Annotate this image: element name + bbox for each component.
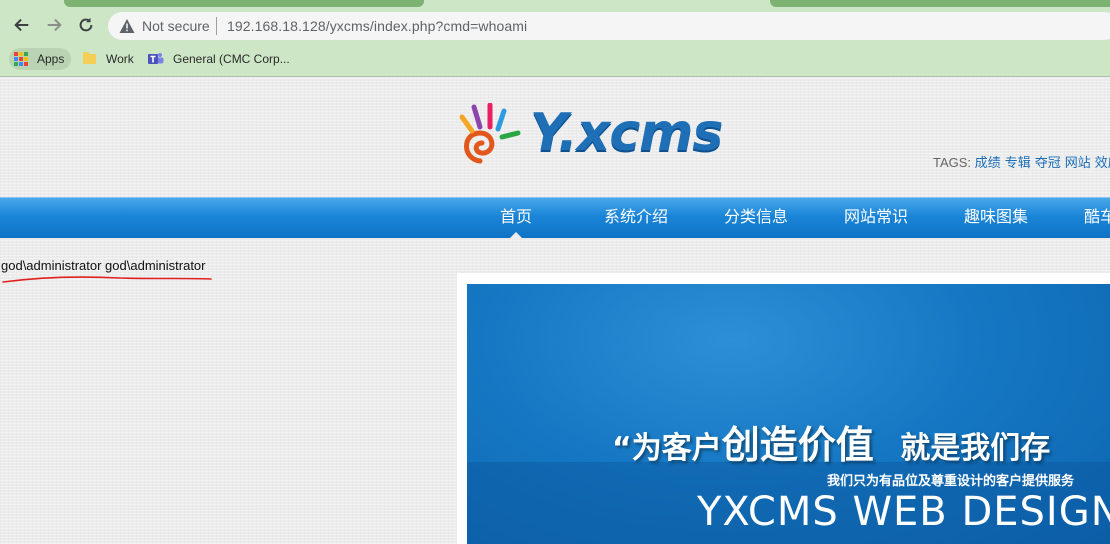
nav-item-home[interactable]: 首页 [500, 198, 532, 239]
teams-icon [148, 53, 164, 64]
site-logo[interactable]: Y.xcms [458, 97, 723, 167]
slogan-part-3: 就是我们存 [900, 431, 1051, 466]
tag-link[interactable]: 成绩 [975, 155, 1001, 170]
bookmark-apps[interactable]: Apps [9, 48, 72, 70]
tab-strip [64, 0, 1110, 7]
back-arrow-icon [14, 18, 29, 32]
tags-list: TAGS: 成绩专辑夺冠网站效应 [933, 152, 1110, 171]
back-button[interactable] [10, 13, 34, 37]
slogan-part-1: “为客户 [612, 431, 722, 466]
bookmark-work[interactable]: Work [83, 48, 134, 70]
nav-item-cool-cars[interactable]: 酷车 [1084, 198, 1110, 238]
bookmark-label: Apps [37, 52, 65, 66]
apps-grid-icon [14, 52, 28, 66]
url-text[interactable]: 192.168.18.128/yxcms/index.php?cmd=whoam… [227, 18, 527, 34]
bookmark-label: General (CMC Corp... [173, 52, 290, 66]
bookmark-general[interactable]: General (CMC Corp... [148, 48, 290, 70]
tag-link[interactable]: 专辑 [1005, 155, 1031, 170]
banner-headline: YXCMS WEB DESIGN ST [697, 489, 1110, 535]
security-status-label[interactable]: Not secure [142, 18, 210, 34]
tag-link[interactable]: 网站 [1065, 155, 1091, 170]
reload-button[interactable] [74, 13, 98, 37]
tag-link[interactable]: 夺冠 [1035, 155, 1061, 170]
red-annotation-underline [2, 276, 212, 283]
nav-item-category-info[interactable]: 分类信息 [724, 198, 788, 238]
main-nav: 首页 系统介绍 分类信息 网站常识 趣味图集 酷车 [0, 197, 1110, 239]
address-separator [216, 17, 217, 35]
reload-icon [79, 17, 93, 32]
tags-label: TAGS: [933, 155, 972, 170]
nav-item-fun-gallery[interactable]: 趣味图集 [964, 198, 1028, 238]
hero-banner[interactable]: “为客户创造价值 就是我们存 我们只为有品位及尊重设计的客户提供服务 YXCMS… [467, 284, 1110, 544]
tag-link[interactable]: 效应 [1095, 155, 1110, 170]
logo-wordmark: Y.xcms [530, 103, 723, 163]
warning-triangle-icon[interactable] [119, 18, 135, 34]
bookmark-label: Work [106, 52, 134, 66]
folder-icon [83, 52, 96, 64]
nav-item-system-intro[interactable]: 系统介绍 [604, 198, 668, 238]
address-bar[interactable]: Not secure 192.168.18.128/yxcms/index.ph… [108, 12, 1110, 40]
forward-button[interactable] [42, 13, 66, 37]
slogan-part-2: 创造价值 [721, 423, 874, 467]
hand-swirl-logo-icon [459, 103, 521, 164]
web-page: Y.xcms TAGS: 成绩专辑夺冠网站效应 首页 系统介绍 分类信息 网站常… [0, 77, 1110, 544]
forward-arrow-icon [47, 18, 62, 32]
browser-toolbar: Not secure 192.168.18.128/yxcms/index.ph… [0, 0, 1110, 42]
bookmarks-bar: Apps Work General (CMC Corp... [0, 42, 1110, 77]
banner-subtitle: 我们只为有品位及尊重设计的客户提供服务 [827, 473, 1075, 488]
nav-item-web-knowledge[interactable]: 网站常识 [844, 198, 908, 238]
command-output: god\administrator god\administrator [1, 258, 206, 273]
banner-slogan: “为客户创造价值 就是我们存 [612, 414, 1050, 469]
